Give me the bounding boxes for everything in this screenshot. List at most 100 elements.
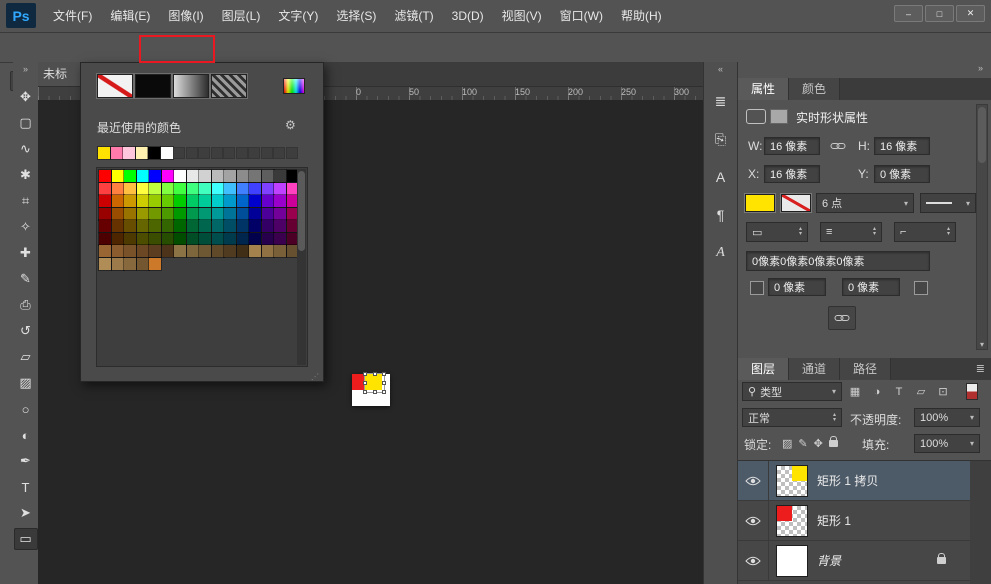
- color-swatch[interactable]: [262, 170, 274, 182]
- layer-thumbnail[interactable]: [777, 506, 807, 536]
- opacity-select[interactable]: 100%▾: [914, 408, 980, 427]
- gradient-button[interactable]: [174, 75, 208, 97]
- menu-item[interactable]: 帮助(H): [612, 0, 671, 32]
- color-swatch[interactable]: [149, 183, 161, 195]
- color-swatch[interactable]: [149, 245, 161, 257]
- color-swatch[interactable]: [212, 208, 224, 220]
- recent-color-swatch[interactable]: [161, 147, 173, 159]
- rectangular-marquee-tool[interactable]: ▢: [14, 112, 38, 134]
- color-swatch[interactable]: [162, 245, 174, 257]
- prop-fill-swatch[interactable]: [746, 195, 774, 211]
- color-swatch[interactable]: [124, 245, 136, 257]
- eraser-tool[interactable]: ▱: [14, 346, 38, 368]
- color-swatch[interactable]: [112, 245, 124, 257]
- tab-color[interactable]: 颜色: [789, 78, 840, 100]
- color-swatch[interactable]: [237, 220, 249, 232]
- color-picker-button[interactable]: [284, 79, 304, 93]
- color-swatch[interactable]: [174, 220, 186, 232]
- color-swatch[interactable]: [137, 183, 149, 195]
- move-tool[interactable]: ✥: [14, 86, 38, 108]
- document-tab[interactable]: 未标: [38, 62, 84, 86]
- color-swatch[interactable]: [174, 183, 186, 195]
- layer-row[interactable]: 矩形 1 拷贝: [738, 461, 970, 501]
- layer-thumbnail[interactable]: [777, 466, 807, 496]
- swatch-settings-gear-icon[interactable]: ⚙: [285, 118, 296, 132]
- menu-item[interactable]: 图层(L): [213, 0, 270, 32]
- prop-stroke-swatch[interactable]: [782, 195, 810, 211]
- prop-y-field[interactable]: 0 像素: [874, 165, 930, 183]
- color-swatch[interactable]: [224, 170, 236, 182]
- color-swatch[interactable]: [149, 233, 161, 245]
- blend-mode-select[interactable]: 正常 ▴▾: [742, 408, 842, 427]
- color-swatch[interactable]: [212, 233, 224, 245]
- properties-scrollbar[interactable]: ▾: [976, 104, 988, 350]
- color-swatch[interactable]: [237, 170, 249, 182]
- color-swatch[interactable]: [99, 170, 111, 182]
- type-tool[interactable]: T: [14, 476, 38, 498]
- filter-adjustment-layers-icon[interactable]: ◑: [866, 382, 888, 401]
- selection-handle[interactable]: [382, 372, 386, 376]
- color-swatch[interactable]: [124, 195, 136, 207]
- color-swatch[interactable]: [249, 208, 261, 220]
- menu-item[interactable]: 选择(S): [327, 0, 385, 32]
- window-minimize-button[interactable]: –: [894, 5, 923, 22]
- color-swatch[interactable]: [224, 183, 236, 195]
- selection-handle[interactable]: [363, 390, 367, 394]
- color-swatch[interactable]: [137, 245, 149, 257]
- color-swatch[interactable]: [199, 183, 211, 195]
- color-swatch[interactable]: [224, 233, 236, 245]
- layer-thumbnail[interactable]: [777, 546, 807, 576]
- color-swatch[interactable]: [162, 233, 174, 245]
- pattern-button[interactable]: [212, 75, 246, 97]
- color-swatch[interactable]: [212, 195, 224, 207]
- clone-stamp-tool[interactable]: ⎙: [14, 294, 38, 316]
- layer-row[interactable]: 矩形 1: [738, 501, 970, 541]
- color-swatch[interactable]: [274, 195, 286, 207]
- collapsed-character-styles-icon[interactable]: A: [708, 240, 734, 266]
- color-swatch[interactable]: [149, 220, 161, 232]
- color-swatch[interactable]: [274, 208, 286, 220]
- menu-item[interactable]: 文件(F): [44, 0, 101, 32]
- window-close-button[interactable]: ✕: [956, 5, 985, 22]
- color-swatch[interactable]: [249, 233, 261, 245]
- color-swatch[interactable]: [212, 245, 224, 257]
- color-swatch[interactable]: [249, 170, 261, 182]
- layer-name[interactable]: 矩形 1: [817, 512, 851, 529]
- constrain-link-button[interactable]: [828, 306, 856, 330]
- scroll-down-icon[interactable]: ▾: [977, 340, 987, 349]
- color-swatch[interactable]: [162, 220, 174, 232]
- color-swatch[interactable]: [187, 245, 199, 257]
- selection-handle[interactable]: [373, 372, 377, 376]
- corner-link-icon[interactable]: [914, 281, 928, 295]
- color-swatch[interactable]: [112, 258, 124, 270]
- color-swatch[interactable]: [199, 233, 211, 245]
- color-swatch[interactable]: [112, 208, 124, 220]
- recent-color-swatch[interactable]: [136, 147, 148, 159]
- color-swatch[interactable]: [137, 233, 149, 245]
- brush-tool[interactable]: ✎: [14, 268, 38, 290]
- layer-name[interactable]: 背景: [817, 552, 841, 569]
- lock-transparency-icon[interactable]: ▨: [782, 437, 792, 450]
- prop-h-field[interactable]: 16 像素: [874, 137, 930, 155]
- visibility-eye-icon[interactable]: [738, 501, 769, 540]
- color-swatch[interactable]: [199, 170, 211, 182]
- color-swatch[interactable]: [199, 220, 211, 232]
- color-swatch[interactable]: [212, 183, 224, 195]
- color-swatch[interactable]: [262, 220, 274, 232]
- color-swatch[interactable]: [112, 195, 124, 207]
- collapsed-paragraph-styles-icon[interactable]: ≣: [708, 88, 734, 114]
- document-canvas[interactable]: [352, 374, 390, 406]
- color-swatch[interactable]: [137, 220, 149, 232]
- color-swatch[interactable]: [99, 233, 111, 245]
- spot-healing-brush-tool[interactable]: ✚: [14, 242, 38, 264]
- color-swatch[interactable]: [137, 258, 149, 270]
- color-swatch[interactable]: [162, 195, 174, 207]
- recent-color-swatch[interactable]: [148, 147, 160, 159]
- history-brush-tool[interactable]: ↺: [14, 320, 38, 342]
- color-swatch[interactable]: [174, 245, 186, 257]
- lock-position-icon[interactable]: ✥: [814, 437, 823, 450]
- corner-radius-display[interactable]: 0像素0像素0像素0像素: [746, 251, 930, 271]
- color-swatch[interactable]: [162, 208, 174, 220]
- color-swatch[interactable]: [212, 170, 224, 182]
- color-swatch[interactable]: [224, 195, 236, 207]
